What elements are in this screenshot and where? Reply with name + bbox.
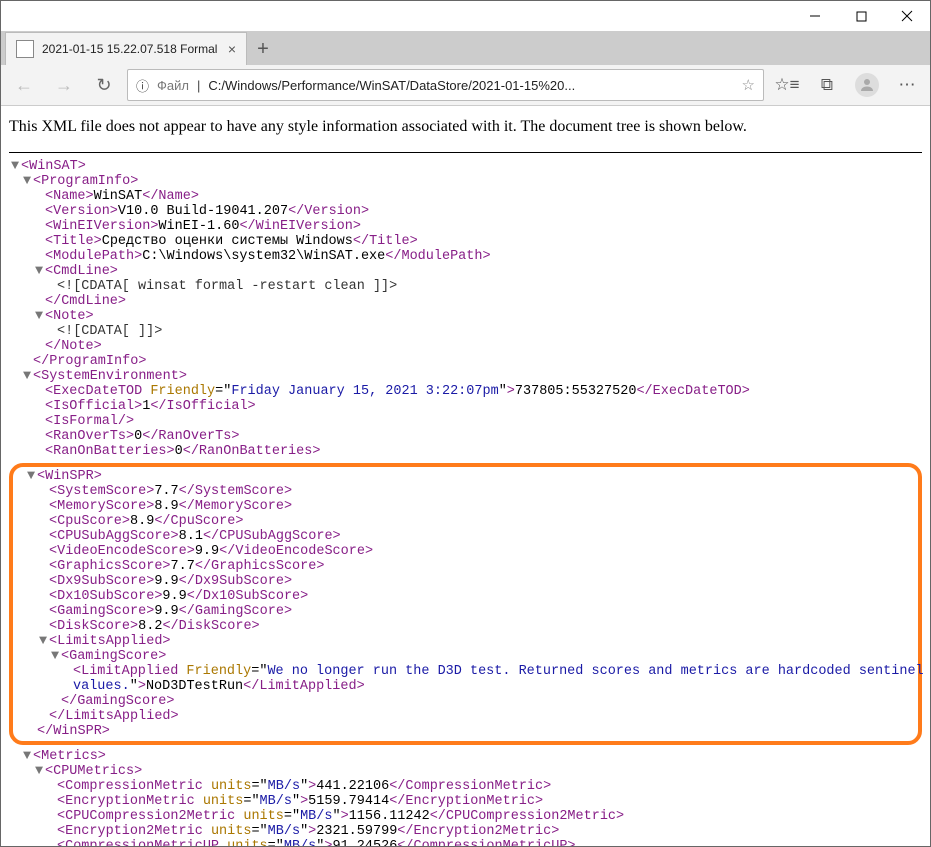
toggle-icon[interactable]: ▼ <box>33 764 45 779</box>
favorites-icon[interactable]: ☆≡ <box>770 68 804 102</box>
maximize-button[interactable] <box>838 1 884 31</box>
xml-tree: ▼<WinSAT>▼<ProgramInfo><Name>WinSAT</Nam… <box>9 159 926 846</box>
toggle-icon[interactable]: ▼ <box>21 749 33 764</box>
refresh-button[interactable]: ↻ <box>87 68 121 102</box>
toggle-icon[interactable]: ▼ <box>9 159 21 174</box>
tab-close-button[interactable]: × <box>228 41 236 57</box>
back-button[interactable]: ← <box>7 68 41 102</box>
minimize-button[interactable] <box>792 1 838 31</box>
close-button[interactable] <box>884 1 930 31</box>
menu-button[interactable]: ⋯ <box>890 68 924 102</box>
url-path: C:/Windows/Performance/WinSAT/DataStore/… <box>208 78 733 93</box>
browser-tab[interactable]: 2021-01-15 15.22.07.518 Formal × <box>5 32 247 65</box>
url-scheme-label: Файл <box>157 78 189 93</box>
toggle-icon[interactable]: ▼ <box>21 174 33 189</box>
favorite-star-icon[interactable]: ☆ <box>742 76 755 94</box>
profile-avatar[interactable] <box>850 68 884 102</box>
xml-notice: This XML file does not appear to have an… <box>9 114 922 144</box>
toggle-icon[interactable]: ▼ <box>49 649 61 664</box>
address-bar[interactable]: ⓘ Файл | C:/Windows/Performance/WinSAT/D… <box>127 69 764 101</box>
browser-window: 2021-01-15 15.22.07.518 Formal × + ← → ↻… <box>0 0 931 847</box>
highlighted-section: ▼<WinSPR><SystemScore>7.7</SystemScore><… <box>9 463 922 745</box>
scroll-area[interactable]: This XML file does not appear to have an… <box>1 106 930 846</box>
page-icon <box>16 40 34 58</box>
toggle-icon[interactable]: ▼ <box>21 369 33 384</box>
new-tab-button[interactable]: + <box>247 33 279 65</box>
site-info-icon[interactable]: ⓘ <box>136 76 149 95</box>
tab-title: 2021-01-15 15.22.07.518 Formal <box>42 42 220 56</box>
divider <box>9 152 922 153</box>
toolbar: ← → ↻ ⓘ Файл | C:/Windows/Performance/Wi… <box>1 65 930 106</box>
forward-button[interactable]: → <box>47 68 81 102</box>
collections-icon[interactable]: ⧉ <box>810 68 844 102</box>
toggle-icon[interactable]: ▼ <box>33 264 45 279</box>
window-titlebar <box>1 1 930 31</box>
page-content: This XML file does not appear to have an… <box>1 106 930 846</box>
toggle-icon[interactable]: ▼ <box>33 309 45 324</box>
tab-bar: 2021-01-15 15.22.07.518 Formal × + <box>1 31 930 65</box>
toggle-icon[interactable]: ▼ <box>37 634 49 649</box>
toggle-icon[interactable]: ▼ <box>25 469 37 484</box>
